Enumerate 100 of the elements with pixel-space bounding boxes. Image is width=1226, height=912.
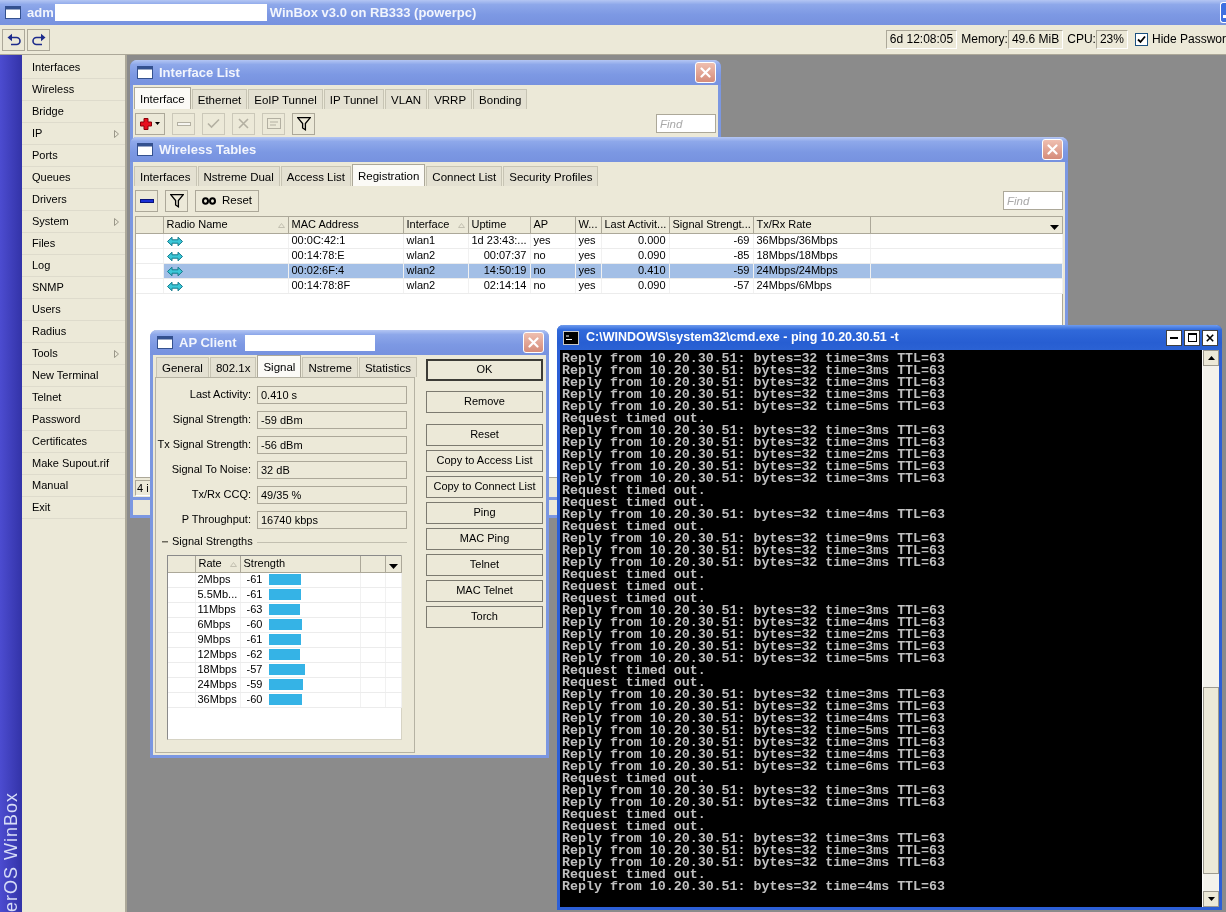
tab[interactable]: Registration [352,164,426,186]
tab[interactable]: Signal [257,355,302,377]
table-row[interactable]: 00:14:78:8F wlan2 02:14:14 no yes 0.090 -57 24Mbps/6Mbps [136,278,1062,293]
menu-item[interactable]: System [22,211,125,233]
tab[interactable]: 802.1x [209,357,257,377]
menu-item[interactable]: IP [22,123,125,145]
menu-item[interactable]: Tools [22,343,125,365]
menu-item[interactable]: Ports [22,145,125,167]
menu-item[interactable]: Users [22,299,125,321]
action-button[interactable]: Torch [426,606,543,628]
scroll-down-button[interactable] [1203,891,1219,907]
action-button[interactable]: Remove [426,391,543,413]
column-header[interactable]: Interface [403,217,468,233]
menu-item[interactable]: Telnet [22,387,125,409]
column-header[interactable]: Uptime [468,217,530,233]
tab[interactable]: General [156,357,209,377]
maximize-button[interactable] [1184,329,1200,346]
checkbox[interactable] [1134,33,1148,46]
action-button[interactable]: MAC Ping [426,528,543,550]
scrollbar-thumb[interactable] [1203,687,1219,874]
console-line: Reply from 10.20.30.51: bytes=32 time=2ms TTL=63 [562,449,946,461]
strength-value: -60 [246,692,264,707]
dropdown-arrow-icon[interactable] [388,563,398,569]
action-button[interactable]: MAC Telnet [426,580,543,602]
redo-button[interactable] [27,28,50,51]
menu-item[interactable]: Bridge [22,101,125,123]
tab[interactable]: VLAN [385,89,428,109]
menu-item[interactable]: New Terminal [22,365,125,387]
tab[interactable]: Bonding [473,89,528,109]
action-button[interactable]: Copy to Connect List [426,476,543,498]
console-line: Reply from 10.20.30.51: bytes=32 time=3ms TTL=63 [562,833,946,845]
reset-button[interactable]: Reset [195,189,260,212]
tab[interactable]: Nstreme [302,357,358,377]
filter-icon [296,116,311,131]
menu-item[interactable]: Exit [22,497,125,519]
action-button[interactable]: Copy to Access List [426,450,543,472]
menu-item[interactable]: Interfaces [22,57,125,79]
value-field[interactable]: 0.410 s [257,386,407,404]
action-button[interactable]: Reset [426,424,543,446]
table-row[interactable]: 00:14:78:E wlan2 00:07:37 no yes 0.090 -85 18Mbps/18Mbps [136,248,1062,263]
column-header[interactable]: Signal Strengt... [669,217,753,233]
menu-item[interactable]: Wireless [22,79,125,101]
value-field[interactable]: 49/35 % [257,486,407,504]
tab[interactable]: EoIP Tunnel [248,89,323,109]
filter-button[interactable] [165,189,188,212]
minimize-icon [1223,15,1226,18]
column-header[interactable]: MAC Address [288,217,403,233]
tab[interactable]: IP Tunnel [323,89,385,109]
tab[interactable]: VRRP [428,89,473,109]
scrollbar[interactable] [1202,350,1219,907]
value-field[interactable]: -56 dBm [257,436,407,454]
checkbox-label[interactable]: Hide Passwor [1151,32,1226,47]
tab[interactable]: Ethernet [191,89,248,109]
dropdown-arrow-icon[interactable] [1049,224,1059,230]
cross-icon [238,118,249,129]
scroll-up-button[interactable] [1203,350,1219,366]
undo-button[interactable] [2,28,25,51]
add-button[interactable] [135,112,165,135]
console-line: Request timed out. [562,593,706,605]
menu-item[interactable]: SNMP [22,277,125,299]
column-header[interactable]: Strength [240,556,360,572]
menu-item[interactable]: Password [22,409,125,431]
remove-button[interactable] [135,189,158,212]
action-button[interactable]: Ping [426,502,543,524]
action-button[interactable]: OK [426,359,543,381]
close-button[interactable] [1202,329,1218,346]
search-field[interactable]: Find [656,114,716,133]
menu-item[interactable]: Queues [22,167,125,189]
column-header[interactable]: Last Activit... [601,217,669,233]
column-header[interactable]: Tx/Rx Rate [753,217,870,233]
search-field[interactable]: Find [1003,191,1063,210]
menu-item[interactable]: Drivers [22,189,125,211]
menu-item[interactable]: Log [22,255,125,277]
table-row[interactable]: 00:0C:42:1 wlan1 1d 23:43:... yes yes 0.000 -69 36Mbps/36Mbps [136,233,1062,248]
column-header[interactable]: W... [575,217,601,233]
column-header[interactable]: AP [530,217,575,233]
tab[interactable]: Access List [280,166,351,186]
console-line: Reply from 10.20.30.51: bytes=32 time=3ms TTL=63 [562,365,946,377]
value-field[interactable]: 16740 kbps [257,511,407,529]
menu-item[interactable]: Manual [22,475,125,497]
tab[interactable]: Security Profiles [503,166,599,186]
action-button[interactable]: Telnet [426,554,543,576]
value-field[interactable]: 32 dB [257,461,407,479]
tab[interactable]: Nstreme Dual [197,166,280,186]
close-icon [700,67,711,78]
menu-item[interactable]: Make Supout.rif [22,453,125,475]
column-header[interactable]: Rate [195,556,240,572]
column-header[interactable]: Radio Name [163,217,288,233]
minimize-button[interactable] [1166,329,1182,346]
tab[interactable]: Connect List [426,166,503,186]
console-line: Reply from 10.20.30.51: bytes=32 time=3ms TTL=63 [562,701,946,713]
tab[interactable]: Statistics [358,357,417,377]
menu-item[interactable]: Certificates [22,431,125,453]
table-row[interactable]: 00:02:6F:4 wlan2 14:50:19 no yes 0.410 -59 24Mbps/24Mbps [136,263,1062,278]
tab[interactable]: Interface [134,87,191,109]
menu-item[interactable]: Radius [22,321,125,343]
tab[interactable]: Interfaces [134,166,197,186]
menu-item[interactable]: Files [22,233,125,255]
value-field[interactable]: -59 dBm [257,411,407,429]
filter-button[interactable] [292,112,315,135]
